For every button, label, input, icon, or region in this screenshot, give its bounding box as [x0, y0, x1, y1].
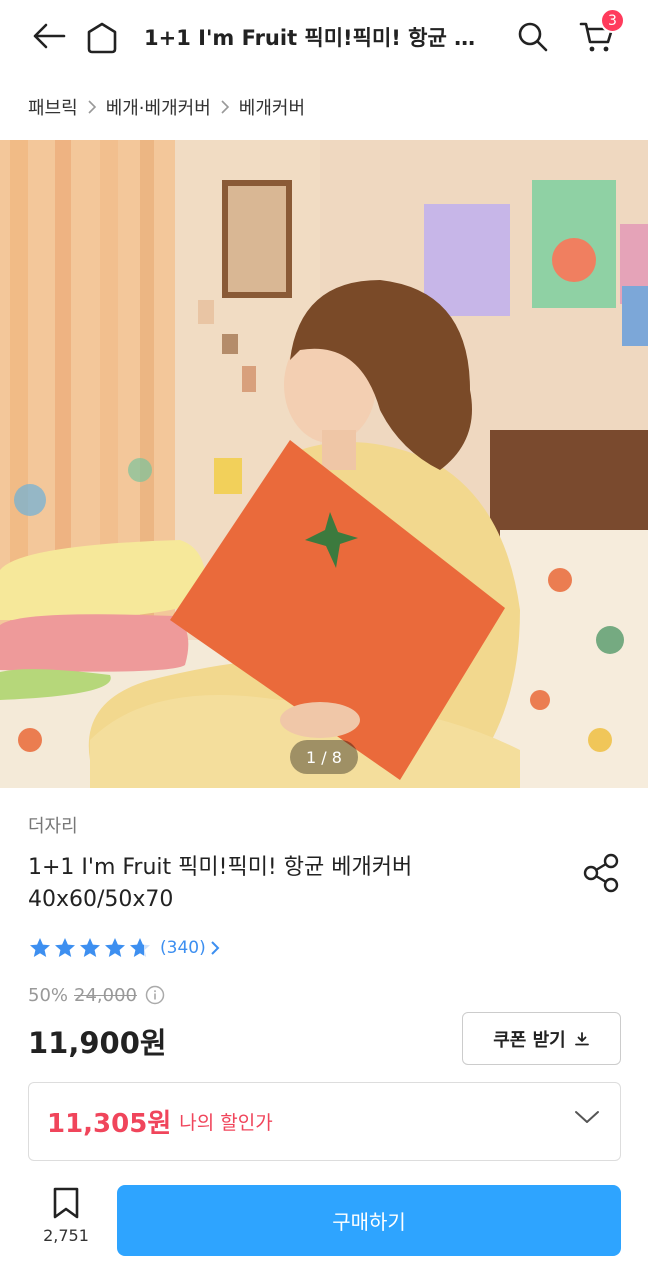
star-icon: [30, 938, 50, 957]
star-icon: [80, 938, 100, 957]
my-discount-label: 나의 할인가: [179, 1112, 273, 1134]
cart-count-badge: 3: [600, 8, 625, 33]
star-icon: [105, 938, 125, 957]
home-icon[interactable]: [80, 16, 124, 60]
bookmark-button[interactable]: 2,751: [30, 1186, 102, 1260]
image-page-indicator: 1 / 8: [290, 740, 358, 774]
rating-row[interactable]: (340): [28, 934, 220, 962]
original-price: 24,000: [74, 984, 137, 1006]
star-half-icon: [130, 938, 150, 957]
my-discount-price-dropdown[interactable]: 11,305원 나의 할인가: [28, 1082, 621, 1161]
search-icon[interactable]: [512, 16, 554, 58]
coupon-label: 쿠폰 받기: [493, 1029, 566, 1051]
bookmark-icon: [53, 1187, 79, 1219]
info-icon[interactable]: [145, 985, 165, 1005]
review-count[interactable]: (340): [160, 938, 206, 958]
share-icon[interactable]: [580, 852, 622, 894]
back-arrow-icon[interactable]: [26, 16, 72, 56]
chevron-right-icon: [87, 99, 97, 115]
chevron-right-icon: [210, 940, 220, 956]
brand-name[interactable]: 더자리: [28, 812, 78, 838]
discount-rate: 50%: [28, 984, 69, 1006]
chevron-right-icon: [220, 99, 230, 115]
top-bar: 1+1 I'm Fruit 픽미!픽미! 항균 베개커버 40x60/50x70…: [0, 0, 648, 76]
buy-button[interactable]: 구매하기: [117, 1185, 621, 1256]
sale-price: 11,900원: [28, 1026, 167, 1060]
breadcrumb-item-pillow[interactable]: 베개·베개커버: [106, 94, 211, 120]
discount-row: 50% 24,000: [28, 982, 165, 1008]
rating-stars: [28, 936, 152, 960]
star-icon: [55, 938, 75, 957]
my-discount-price: 11,305원: [47, 1109, 172, 1139]
page-title: 1+1 I'm Fruit 픽미!픽미! 항균 베개커버 40x60/50x70: [144, 26, 484, 50]
breadcrumb-item-pillowcase[interactable]: 베개커버: [239, 94, 305, 120]
product-name: 1+1 I'm Fruit 픽미!픽미! 항균 베개커버 40x60/50x70: [28, 855, 413, 912]
breadcrumb: 패브릭 베개·베개커버 베개커버: [28, 92, 305, 122]
download-icon: [574, 1031, 590, 1047]
product-image[interactable]: [0, 140, 648, 788]
coupon-download-button[interactable]: 쿠폰 받기: [462, 1012, 621, 1065]
chevron-down-icon: [574, 1109, 600, 1129]
bookmark-count: 2,751: [43, 1226, 89, 1245]
breadcrumb-item-fabric[interactable]: 패브릭: [28, 94, 78, 120]
